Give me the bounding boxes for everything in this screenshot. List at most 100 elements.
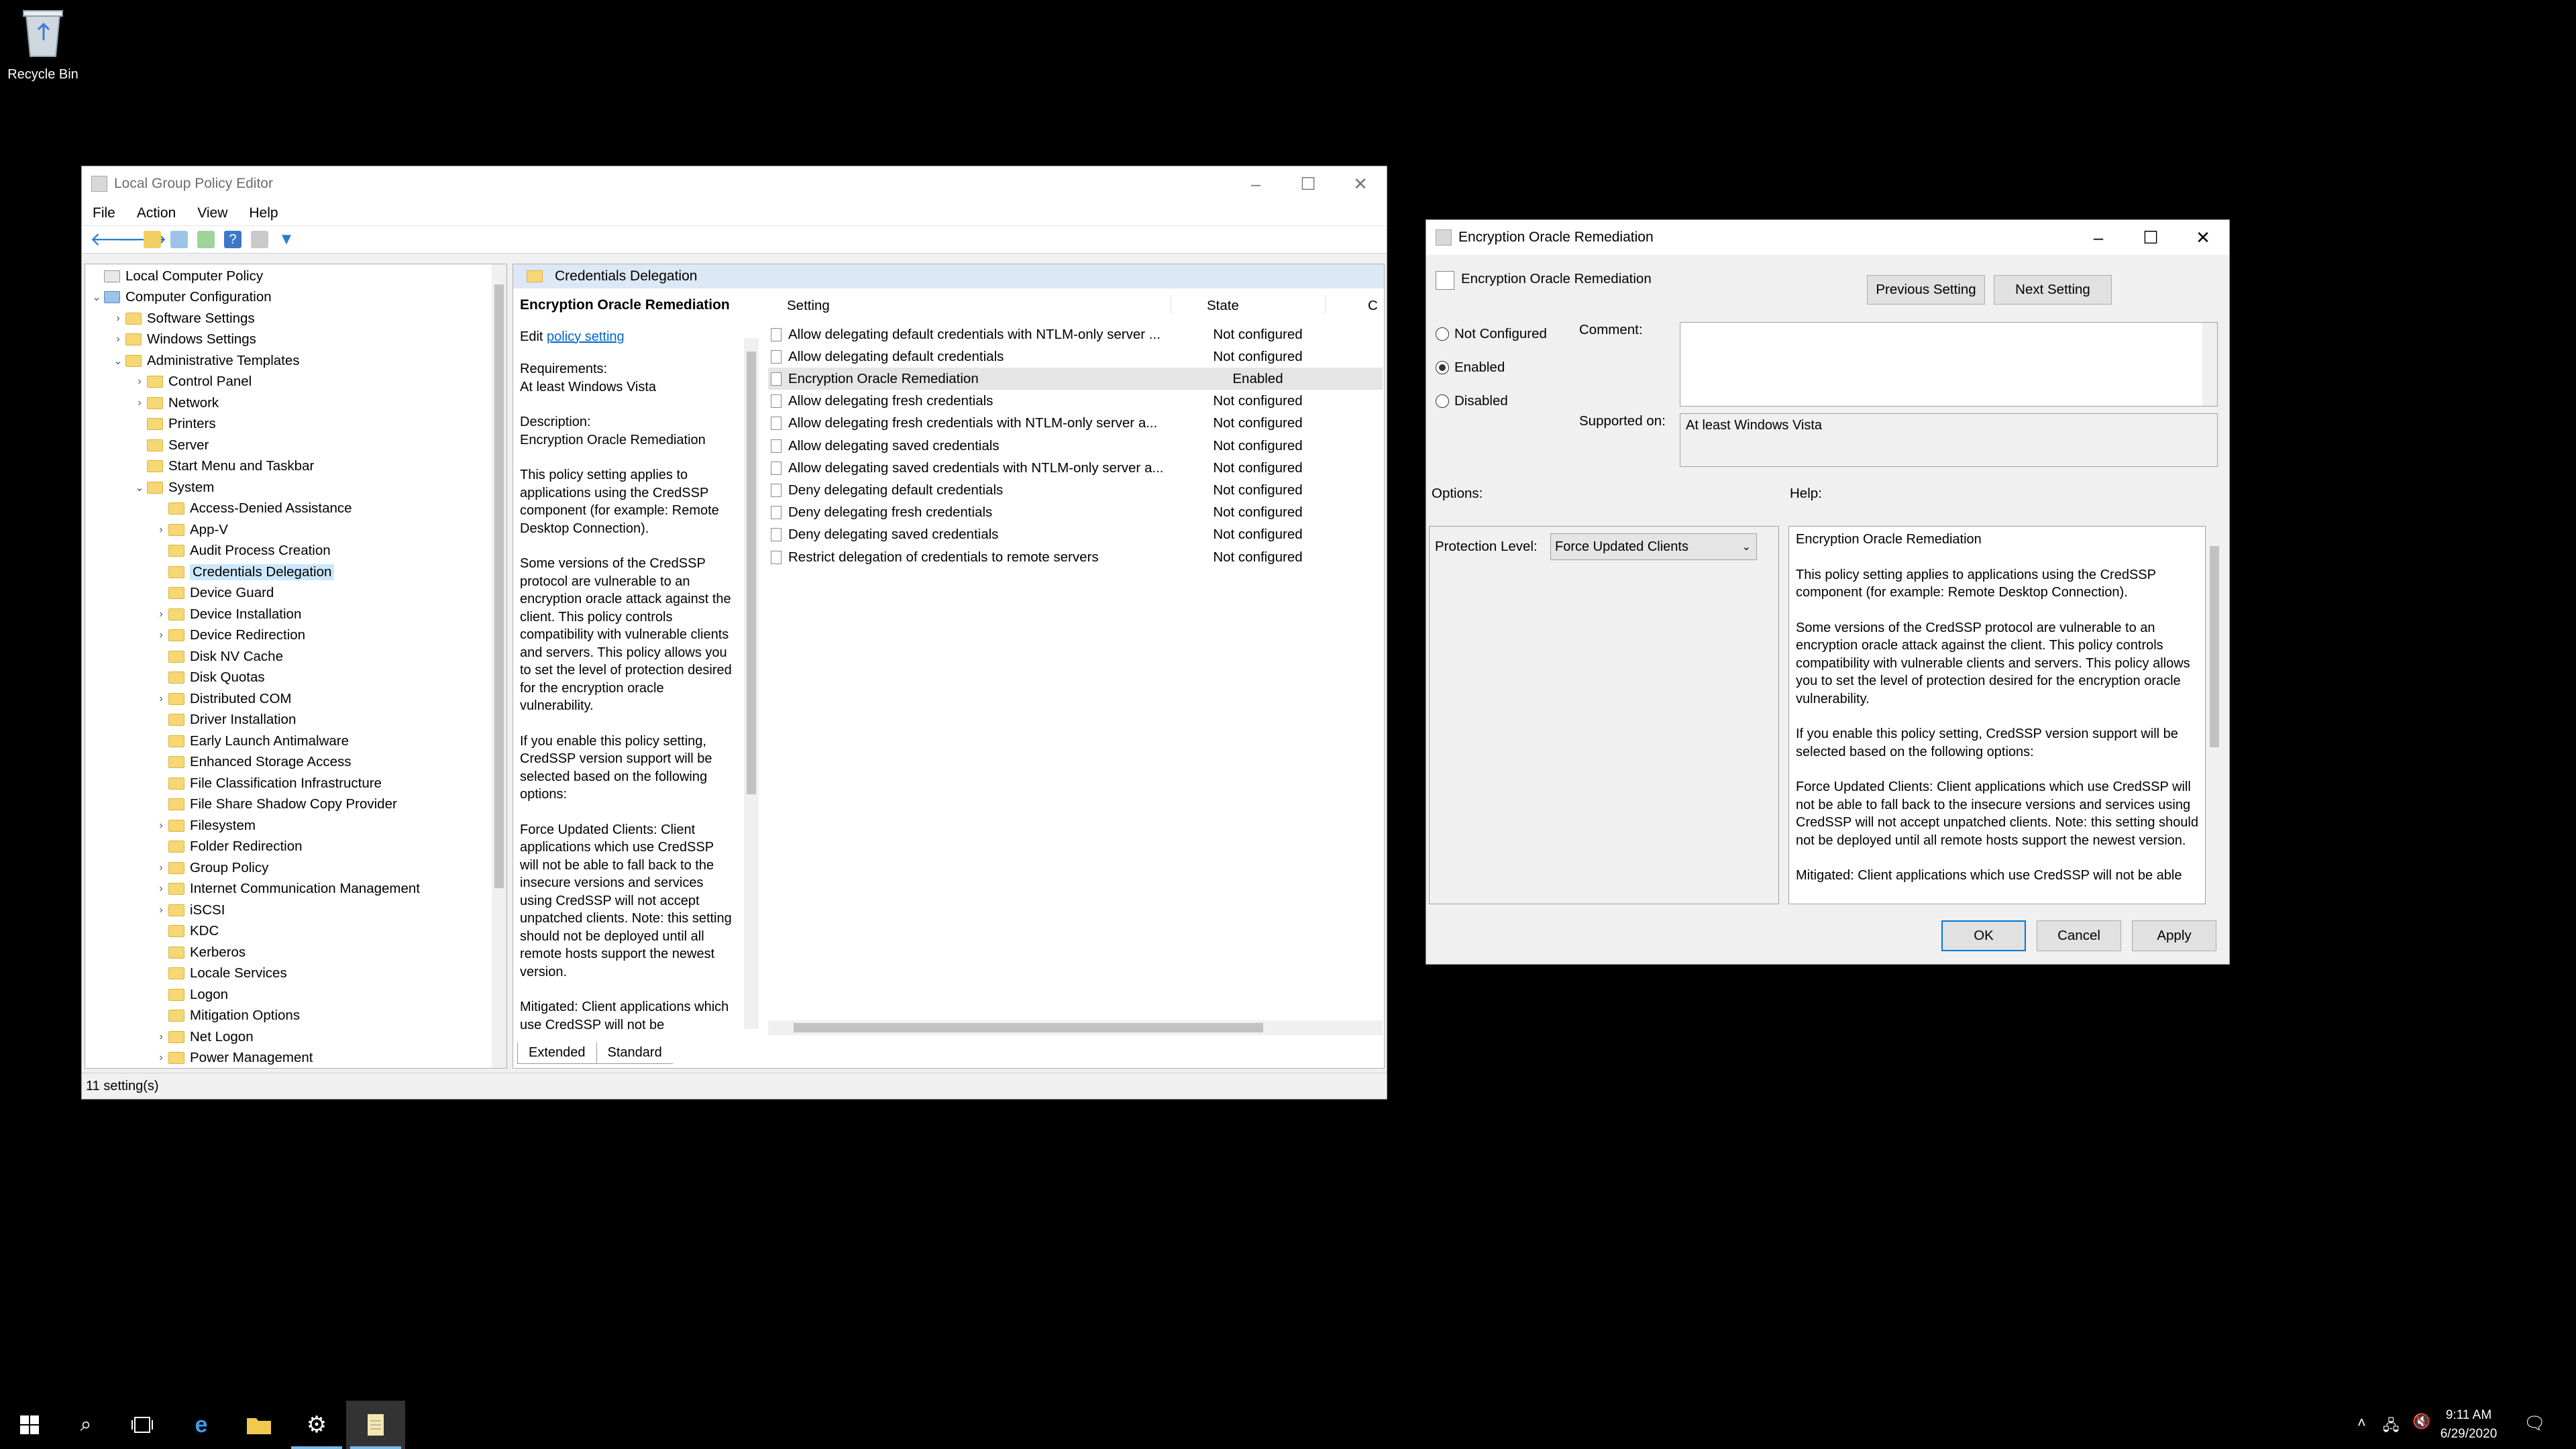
maximize-button[interactable]: ☐ [1282,166,1334,201]
chevron-right-icon[interactable]: › [154,629,168,641]
radio-not-configured-button[interactable] [1436,327,1449,341]
protection-level-dropdown[interactable]: Force Updated Clients ⌄ [1550,533,1757,560]
list-hscrollbar[interactable] [768,1020,1383,1035]
radio-disabled[interactable]: Disabled [1436,393,1508,409]
table-row[interactable]: Allow delegating fresh credentials Not co… [768,390,1383,413]
forward-arrow-icon[interactable]: 🡒 [117,230,167,249]
tree-item[interactable]: Kerberos [154,942,246,963]
tree-item[interactable]: › Device Installation [154,604,301,625]
chevron-right-icon[interactable]: › [154,883,168,895]
tree-scrollbar[interactable] [492,264,506,1068]
table-row[interactable]: Allow delegating default credentials Not … [768,345,1383,368]
help-scrollbar[interactable] [2207,526,2222,904]
menu-help[interactable]: Help [238,205,288,221]
help-scroll-thumb[interactable] [2210,546,2219,747]
radio-not-configured[interactable]: Not Configured [1436,326,1547,342]
chevron-right-icon[interactable]: › [154,862,168,874]
description-scroll-thumb[interactable] [747,352,756,794]
clock[interactable]: 9:11 AM 6/29/2020 [2428,1406,2509,1444]
chevron-right-icon[interactable]: › [154,524,168,536]
chevron-down-icon[interactable]: ⌄ [132,481,147,494]
close-button[interactable]: ✕ [1334,166,1387,201]
menu-view[interactable]: View [186,205,238,221]
tree-item[interactable]: › Distributed COM [154,688,291,709]
tree-item[interactable]: File Share Shadow Copy Provider [154,794,397,815]
table-row[interactable]: Allow delegating saved credentials Not co… [768,435,1383,457]
cancel-button[interactable]: Cancel [2037,920,2121,951]
task-view-icon[interactable] [113,1401,172,1449]
tree-item[interactable]: Enhanced Storage Access [154,752,351,773]
tree-item[interactable]: Device Guard [154,583,274,604]
tree-item[interactable]: Start Menu and Taskbar [132,456,314,477]
dialog-minimize-button[interactable]: – [2072,220,2125,255]
chevron-down-icon[interactable]: ⌄ [111,354,125,368]
settings-icon[interactable]: ⚙ [287,1401,346,1449]
back-arrow-icon[interactable]: 🡐 [90,230,140,249]
tab-extended[interactable]: Extended [517,1042,597,1064]
show-hide-tree-icon[interactable] [170,231,188,248]
tree-item[interactable]: Disk Quotas [154,667,265,688]
tree-item[interactable]: Local Computer Policy [89,266,263,286]
chevron-down-icon[interactable]: ⌄ [89,290,104,304]
comment-scrollbar[interactable] [2202,323,2217,406]
tree-item[interactable]: Audit Process Creation [154,541,331,561]
menu-file[interactable]: File [82,205,126,221]
tree-scroll-thumb[interactable] [494,284,504,888]
tree-item[interactable]: ⌄ Administrative Templates [111,350,299,371]
recycle-bin-shortcut[interactable]: Recycle Bin [3,4,83,83]
table-row[interactable]: Allow delegating saved credentials with … [768,457,1383,479]
edit-policy-link[interactable]: policy setting [547,329,625,344]
radio-enabled-button[interactable] [1436,361,1449,374]
tree-item[interactable]: › iSCSI [154,900,225,920]
table-row[interactable]: Allow delegating default credentials wit… [768,323,1383,345]
tree-item[interactable]: › Device Redirection [154,625,305,646]
tree-item[interactable]: › Internet Communication Management [154,879,420,900]
chevron-right-icon[interactable]: › [154,608,168,621]
table-row[interactable]: Encryption Oracle Remediation Enabled [768,368,1383,390]
tab-standard[interactable]: Standard [596,1042,673,1064]
tree-item[interactable]: Locale Services [154,963,287,984]
tree-item[interactable]: Disk NV Cache [154,646,283,667]
next-setting-button[interactable]: Next Setting [1994,275,2112,305]
dialog-titlebar[interactable]: Encryption Oracle Remediation – ☐ ✕ [1426,220,2229,255]
radio-enabled[interactable]: Enabled [1436,360,1505,376]
chevron-right-icon[interactable]: › [132,397,147,409]
tree-item[interactable]: Credentials Delegation [154,561,335,582]
tree-item[interactable]: KDC [154,921,219,942]
dialog-maximize-button[interactable]: ☐ [2125,220,2177,255]
internet-explorer-icon[interactable]: e [172,1401,231,1449]
search-icon[interactable]: ⌕ [56,1401,115,1449]
properties-icon[interactable] [251,231,268,248]
tree-item[interactable]: Logon [154,984,228,1005]
tray-chevron-icon[interactable]: ˄ [2357,1414,2366,1432]
tree-item[interactable]: › Net Logon [154,1026,253,1047]
tree-item[interactable]: › Filesystem [154,815,256,836]
up-folder-icon[interactable] [144,231,161,248]
radio-disabled-button[interactable] [1436,394,1449,408]
tree-item[interactable]: ⌄ Computer Configuration [89,287,271,308]
chevron-right-icon[interactable]: › [111,313,125,325]
chevron-right-icon[interactable]: › [154,693,168,705]
column-header-state[interactable]: State [1207,298,1239,314]
minimize-button[interactable]: – [1230,166,1282,201]
tree-item[interactable]: › Windows Settings [111,329,256,350]
help-icon[interactable]: ? [224,231,241,248]
tree-item[interactable]: › Group Policy [154,857,268,878]
tree-item[interactable]: › Power Management [154,1048,313,1069]
tree-item[interactable]: › Software Settings [111,308,254,329]
chevron-right-icon[interactable]: › [111,333,125,345]
ok-button[interactable]: OK [1941,920,2026,951]
chevron-right-icon[interactable]: › [154,1031,168,1043]
table-row[interactable]: Restrict delegation of credentials to re… [768,546,1383,568]
tree-item[interactable]: Printers [132,414,216,435]
tree-item[interactable]: Early Launch Antimalware [154,731,349,751]
table-row[interactable]: Deny delegating default credentials Not c… [768,479,1383,501]
chevron-right-icon[interactable]: › [154,820,168,832]
gpe-titlebar[interactable]: Local Group Policy Editor – ☐ ✕ [82,166,1387,201]
tree-item[interactable]: › Network [132,392,219,413]
notepad-icon[interactable] [346,1401,405,1449]
tree-item[interactable]: Server [132,435,209,455]
table-row[interactable]: Deny delegating fresh credentials Not con… [768,502,1383,524]
column-header-setting[interactable]: Setting [787,298,830,314]
tree-item[interactable]: Driver Installation [154,710,296,731]
